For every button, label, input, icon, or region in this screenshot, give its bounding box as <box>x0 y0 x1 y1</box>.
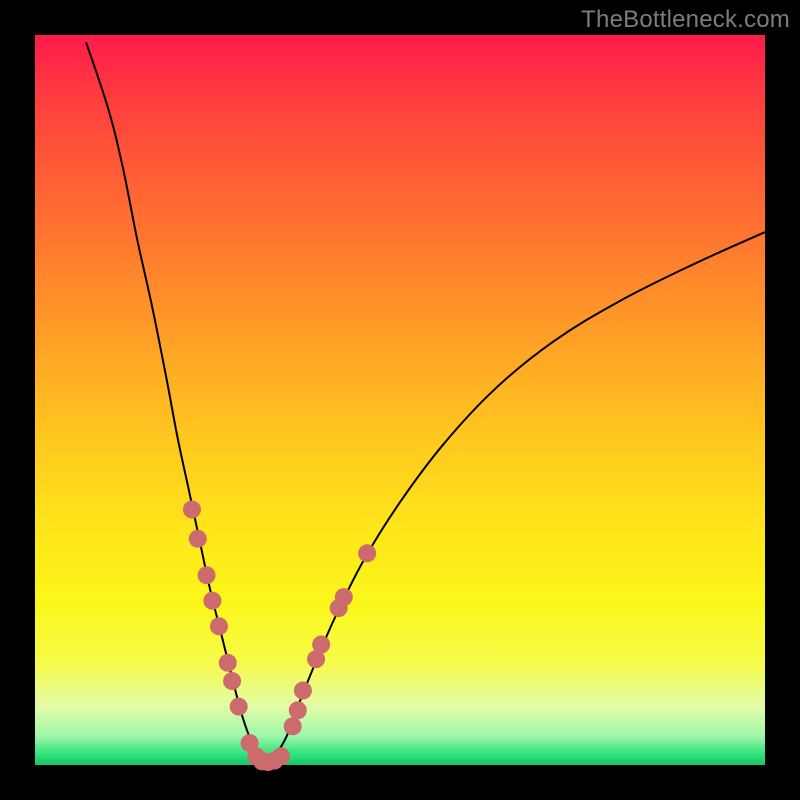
curve-svg <box>35 35 765 765</box>
highlight-dot <box>358 544 376 562</box>
bottleneck-curve-right <box>265 232 765 763</box>
plot-area <box>35 35 765 765</box>
highlight-dot <box>294 682 312 700</box>
highlight-dot <box>219 654 237 672</box>
highlight-dot <box>198 566 216 584</box>
watermark-text: TheBottleneck.com <box>581 6 790 34</box>
curve-paths <box>86 42 765 763</box>
highlight-dot <box>223 672 241 690</box>
highlight-dot <box>210 617 228 635</box>
bottleneck-curve-left <box>86 42 265 763</box>
outer-frame: TheBottleneck.com <box>0 0 800 800</box>
highlight-dot <box>335 588 353 606</box>
highlight-dot <box>289 701 307 719</box>
highlight-dot <box>272 747 290 765</box>
highlight-dots <box>183 501 376 772</box>
highlight-dot <box>183 501 201 519</box>
highlight-dot <box>312 636 330 654</box>
highlight-dot <box>189 530 207 548</box>
highlight-dot <box>284 717 302 735</box>
highlight-dot <box>230 698 248 716</box>
highlight-dot <box>203 592 221 610</box>
